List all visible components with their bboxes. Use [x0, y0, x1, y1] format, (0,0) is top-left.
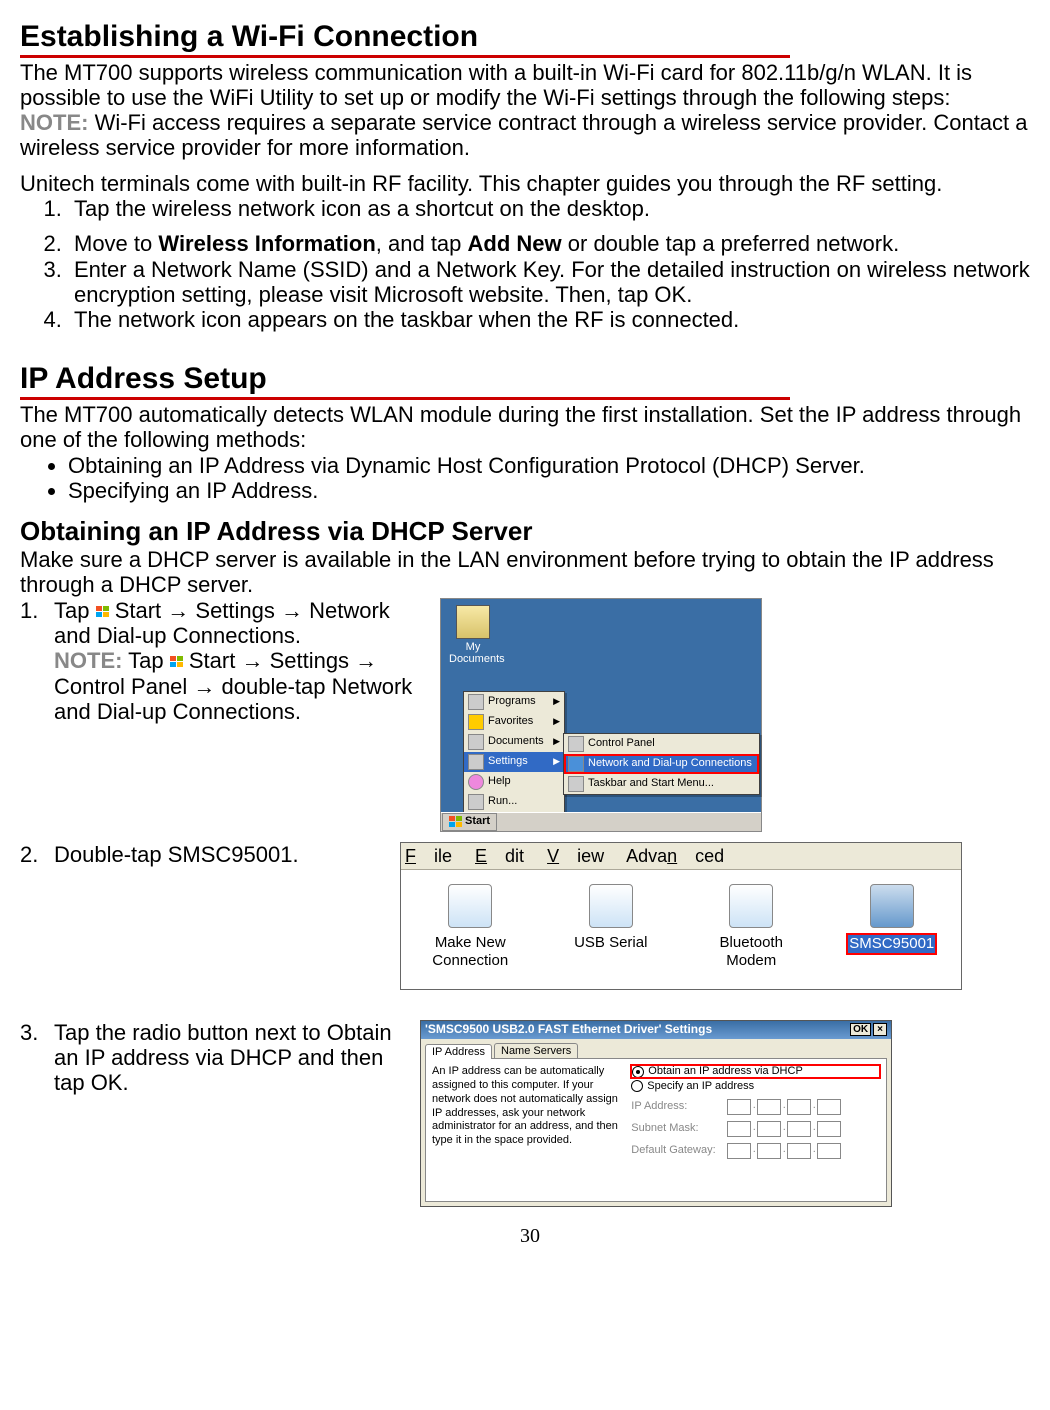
page-number: 30	[20, 1225, 1040, 1248]
field-default-gateway: Default Gateway:...	[631, 1143, 880, 1159]
run-icon	[468, 794, 484, 810]
step-2-text: Double-tap SMSC95001.	[54, 842, 380, 867]
ip-help-text: An IP address can be automatically assig…	[432, 1065, 623, 1195]
screenshot-network-connections: File Edit View Advanced Make New Connect…	[400, 842, 962, 990]
section-heading-ip: IP Address Setup	[20, 362, 790, 400]
conn-bluetooth-modem[interactable]: Bluetooth Modem	[696, 884, 806, 969]
programs-icon	[468, 694, 484, 710]
bluetooth-modem-icon	[729, 884, 773, 928]
tab-ip-address[interactable]: IP Address	[425, 1044, 492, 1060]
menu-view[interactable]: View	[547, 846, 604, 866]
start-menu: Programs▶ Favorites▶ Documents▶ Settings…	[463, 691, 565, 813]
section-heading-wifi: Establishing a Wi-Fi Connection	[20, 20, 790, 58]
menu-favorites[interactable]: Favorites▶	[464, 712, 564, 732]
wifi-step-2: Move to Wireless Information, and tap Ad…	[68, 231, 1040, 256]
submenu-taskbar[interactable]: Taskbar and Start Menu...	[564, 774, 759, 794]
field-ip-address: IP Address:...	[631, 1099, 880, 1115]
submenu-network-dialup[interactable]: Network and Dial-up Connections	[564, 754, 759, 774]
wifi-note-text: Wi-Fi access requires a separate service…	[20, 110, 1028, 160]
close-button[interactable]: ×	[873, 1023, 887, 1037]
ip-intro: The MT700 automatically detects WLAN mod…	[20, 402, 1040, 453]
menu-help[interactable]: Help	[464, 772, 564, 792]
start-button[interactable]: Start	[442, 813, 497, 831]
step-1-num: 1.	[20, 598, 54, 724]
menu-documents[interactable]: Documents▶	[464, 732, 564, 752]
settings-icon	[468, 754, 484, 770]
wifi-rf-intro: Unitech terminals come with built-in RF …	[20, 171, 1040, 196]
step-3-text: Tap the radio button next to Obtain an I…	[54, 1020, 400, 1096]
wifi-intro: The MT700 supports wireless communicatio…	[20, 60, 1040, 111]
conn-usb-serial[interactable]: USB Serial	[556, 884, 666, 969]
dhcp-intro: Make sure a DHCP server is available in …	[20, 547, 1040, 598]
subheading-dhcp: Obtaining an IP Address via DHCP Server	[20, 517, 1040, 547]
radio-specify[interactable]: Specify an IP address	[631, 1080, 880, 1093]
menu-edit[interactable]: Edit	[475, 846, 524, 866]
screenshot-ip-settings-dialog: 'SMSC9500 USB2.0 FAST Ethernet Driver' S…	[420, 1020, 892, 1207]
dialog-title: 'SMSC9500 USB2.0 FAST Ethernet Driver' S…	[425, 1023, 846, 1037]
titlebar: 'SMSC9500 USB2.0 FAST Ethernet Driver' S…	[421, 1021, 891, 1039]
ethernet-adapter-icon	[870, 884, 914, 928]
taskbar: Start	[441, 812, 761, 831]
step-1-text: Tap Start → Settings → Network and Dial-…	[54, 598, 420, 724]
screenshot-start-menu: My Documents Programs▶ Favorites▶ Docume…	[440, 598, 762, 832]
menu-run[interactable]: Run...	[464, 792, 564, 812]
menubar: File Edit View Advanced	[401, 843, 961, 871]
taskbar-icon	[568, 776, 584, 792]
step-2-num: 2.	[20, 842, 54, 867]
note-label-2: NOTE:	[54, 648, 122, 673]
submenu-control-panel[interactable]: Control Panel	[564, 734, 759, 754]
step-3-num: 3.	[20, 1020, 54, 1096]
ip-bullet-dhcp: Obtaining an IP Address via Dynamic Host…	[68, 453, 1040, 478]
control-panel-icon	[568, 736, 584, 752]
menu-advanced[interactable]: Advanced	[626, 846, 724, 866]
ok-button[interactable]: OK	[850, 1023, 871, 1037]
note-label: NOTE:	[20, 110, 88, 135]
radio-icon	[631, 1080, 643, 1092]
folder-icon	[456, 605, 490, 639]
menu-settings[interactable]: Settings▶	[464, 752, 564, 772]
help-icon	[468, 774, 484, 790]
wifi-note: NOTE: Wi-Fi access requires a separate s…	[20, 110, 1040, 161]
windows-flag-icon	[96, 606, 109, 618]
ip-bullet-static: Specifying an IP Address.	[68, 478, 1040, 503]
tab-name-servers[interactable]: Name Servers	[494, 1043, 578, 1059]
favorites-icon	[468, 714, 484, 730]
wifi-step-1: Tap the wireless network icon as a short…	[68, 196, 1040, 221]
usb-serial-icon	[589, 884, 633, 928]
wifi-step-4: The network icon appears on the taskbar …	[68, 307, 1040, 332]
menu-file[interactable]: File	[405, 846, 452, 866]
menu-programs[interactable]: Programs▶	[464, 692, 564, 712]
radio-dhcp[interactable]: Obtain an IP address via DHCP	[631, 1065, 880, 1078]
settings-submenu: Control Panel Network and Dial-up Connec…	[563, 733, 760, 795]
make-new-connection-icon	[448, 884, 492, 928]
wifi-step-3: Enter a Network Name (SSID) and a Networ…	[68, 257, 1040, 308]
desktop-icon-mydocs[interactable]: My Documents	[449, 605, 497, 666]
conn-smsc95001[interactable]: SMSC95001	[837, 884, 947, 969]
field-subnet-mask: Subnet Mask:...	[631, 1121, 880, 1137]
conn-make-new[interactable]: Make New Connection	[415, 884, 525, 969]
network-icon	[568, 756, 584, 772]
windows-flag-icon	[170, 656, 183, 668]
windows-flag-icon	[449, 816, 462, 828]
radio-icon	[632, 1066, 644, 1078]
documents-icon	[468, 734, 484, 750]
